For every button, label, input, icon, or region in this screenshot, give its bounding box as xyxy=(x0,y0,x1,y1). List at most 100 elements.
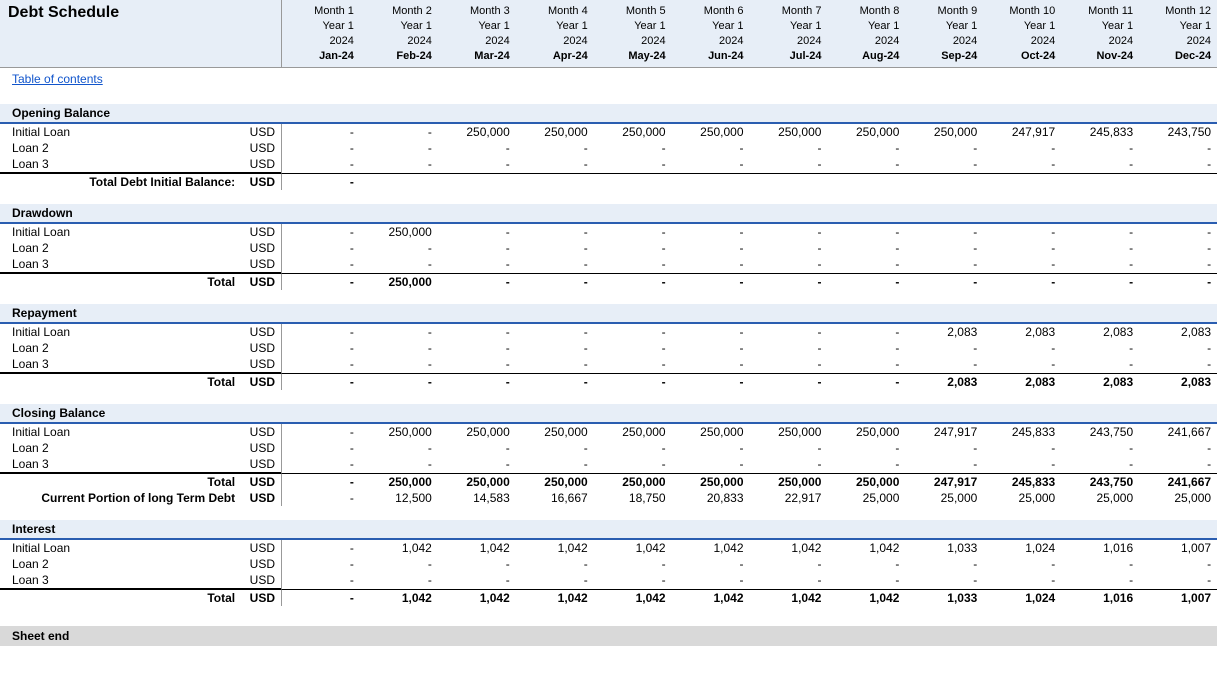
row-repayment-1: Loan 2USD------------ xyxy=(0,340,1217,356)
data-cell: - xyxy=(1061,356,1139,374)
data-cell: - xyxy=(983,556,1061,572)
data-cell: 250,000 xyxy=(905,124,983,140)
sheet-end: Sheet end xyxy=(0,626,1217,646)
data-cell: - xyxy=(438,356,516,374)
data-cell: - xyxy=(672,224,750,240)
data-cell: - xyxy=(905,140,983,156)
row-drawdown-0: Initial LoanUSD-250,000---------- xyxy=(0,224,1217,240)
data-cell xyxy=(827,174,905,190)
data-cell: - xyxy=(905,240,983,256)
data-cell: - xyxy=(750,324,828,340)
data-cell: 250,000 xyxy=(827,474,905,490)
data-cell: - xyxy=(282,256,360,274)
data-cell: - xyxy=(360,124,438,140)
data-cell: - xyxy=(516,456,594,474)
data-cell: - xyxy=(827,240,905,256)
data-cell: 12,500 xyxy=(360,490,438,506)
month-col-0: Month 1Year 12024Jan-24 xyxy=(282,0,360,67)
data-cell: - xyxy=(750,374,828,390)
data-cell: - xyxy=(516,256,594,274)
data-cell: - xyxy=(1139,256,1217,274)
row-closing-0: Initial LoanUSD-250,000250,000250,000250… xyxy=(0,424,1217,440)
data-cell: - xyxy=(282,540,360,556)
data-cell: 250,000 xyxy=(516,124,594,140)
row-label: Total xyxy=(0,474,239,490)
data-cell: - xyxy=(672,274,750,290)
row-label: Current Portion of long Term Debt xyxy=(0,490,239,506)
data-cell: 1,033 xyxy=(905,540,983,556)
data-cell: - xyxy=(438,456,516,474)
data-cell: - xyxy=(827,456,905,474)
row-label: Loan 3 xyxy=(0,156,239,173)
data-cell: - xyxy=(827,156,905,174)
row-unit: USD xyxy=(239,274,281,290)
data-cell: - xyxy=(672,324,750,340)
data-cell: - xyxy=(1061,240,1139,256)
data-cell: 250,000 xyxy=(516,474,594,490)
data-cell: 25,000 xyxy=(827,490,905,506)
data-cell: - xyxy=(360,240,438,256)
data-cell xyxy=(1139,174,1217,190)
data-cell: - xyxy=(282,274,360,290)
data-cell: 250,000 xyxy=(360,274,438,290)
section-head-drawdown: Drawdown xyxy=(0,204,1217,224)
data-cell xyxy=(1061,174,1139,190)
data-cell: 250,000 xyxy=(672,124,750,140)
data-cell: - xyxy=(438,256,516,274)
data-cell: - xyxy=(905,572,983,590)
data-cell: - xyxy=(983,224,1061,240)
data-cell: - xyxy=(750,156,828,174)
month-col-8: Month 9Year 12024Sep-24 xyxy=(905,0,983,67)
row-label: Total xyxy=(0,590,239,606)
data-cell: - xyxy=(983,256,1061,274)
row-interest-2: Loan 3USD------------ xyxy=(0,572,1217,590)
row-drawdown-2: Loan 3USD------------ xyxy=(0,256,1217,274)
data-cell: - xyxy=(438,274,516,290)
data-cell: 1,016 xyxy=(1061,540,1139,556)
month-col-10: Month 11Year 12024Nov-24 xyxy=(1061,0,1139,67)
row-label: Loan 2 xyxy=(0,340,239,356)
data-cell: - xyxy=(905,456,983,474)
data-cell: - xyxy=(360,374,438,390)
data-cell: - xyxy=(1061,140,1139,156)
data-cell: - xyxy=(282,356,360,374)
row-label: Total Debt Initial Balance: xyxy=(0,174,239,190)
data-cell: - xyxy=(360,340,438,356)
data-cell: - xyxy=(750,224,828,240)
data-cell: - xyxy=(360,140,438,156)
data-cell: - xyxy=(516,340,594,356)
data-cell: - xyxy=(594,240,672,256)
row-unit: USD xyxy=(239,572,281,589)
data-cell: - xyxy=(905,340,983,356)
data-cell: 250,000 xyxy=(516,424,594,440)
data-cell: 2,083 xyxy=(983,374,1061,390)
data-cell: - xyxy=(438,340,516,356)
data-cell: - xyxy=(750,572,828,590)
data-cell: 1,007 xyxy=(1139,540,1217,556)
data-cell: - xyxy=(438,556,516,572)
row-label: Initial Loan xyxy=(0,224,239,240)
data-cell: - xyxy=(1139,440,1217,456)
data-cell xyxy=(360,174,438,190)
row-unit: USD xyxy=(239,424,281,440)
row-unit: USD xyxy=(239,324,281,340)
data-cell: 1,042 xyxy=(594,590,672,606)
data-cell: - xyxy=(672,340,750,356)
data-cell: - xyxy=(672,440,750,456)
data-cell: - xyxy=(983,572,1061,590)
data-cell: - xyxy=(438,440,516,456)
toc-row: Table of contents xyxy=(0,68,1217,90)
data-cell: - xyxy=(516,240,594,256)
row-repayment-2: Loan 3USD------------ xyxy=(0,356,1217,374)
month-col-3: Month 4Year 12024Apr-24 xyxy=(516,0,594,67)
row-unit: USD xyxy=(239,490,281,506)
data-cell: - xyxy=(1061,572,1139,590)
table-of-contents-link[interactable]: Table of contents xyxy=(12,72,103,86)
month-col-4: Month 5Year 12024May-24 xyxy=(594,0,672,67)
data-cell: 1,042 xyxy=(516,590,594,606)
extra-closing: Current Portion of long Term DebtUSD-12,… xyxy=(0,490,1217,506)
data-cell: 250,000 xyxy=(594,424,672,440)
data-cell: 18,750 xyxy=(594,490,672,506)
data-cell: - xyxy=(594,224,672,240)
data-cell xyxy=(905,174,983,190)
